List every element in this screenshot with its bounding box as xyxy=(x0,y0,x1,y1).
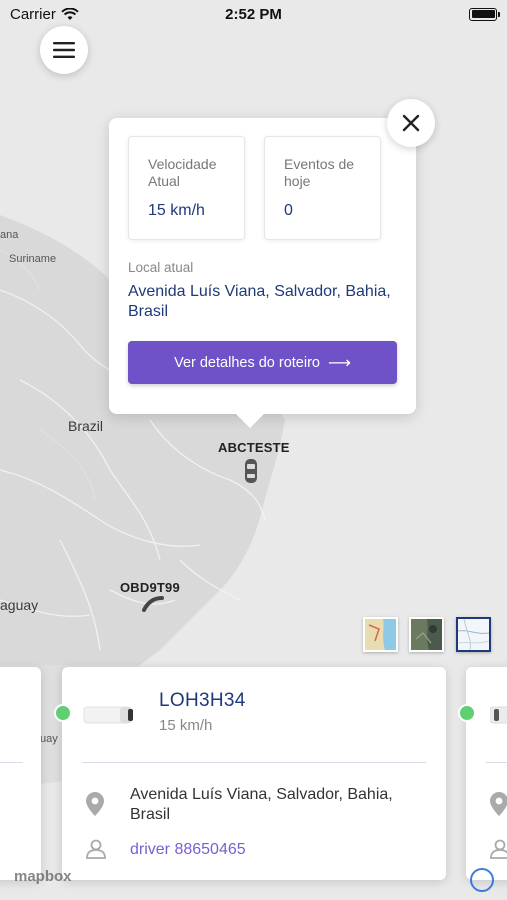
popup-pointer xyxy=(235,413,265,428)
driver-link[interactable]: driver 88650465 xyxy=(130,841,246,859)
map-label-guyana: ana xyxy=(0,229,19,241)
battery-icon xyxy=(469,7,500,21)
vehicle-card-next[interactable] xyxy=(466,667,507,880)
map-streets-thumbnail-icon xyxy=(365,619,396,650)
vehicle-speed: 15 km/h xyxy=(159,717,213,734)
speed-stat-value: 15 km/h xyxy=(148,202,205,219)
hamburger-icon xyxy=(53,42,75,58)
map-type-light-toggle[interactable] xyxy=(456,617,491,652)
speed-stat-box: Velocidade Atual 15 km/h xyxy=(128,136,245,240)
car-side-icon xyxy=(489,706,507,724)
car-icon xyxy=(142,596,164,612)
status-bar: Carrier 2:52 PM xyxy=(0,0,507,28)
vehicle-label-abcteste: ABCTESTE xyxy=(218,440,290,455)
vehicle-address: Avenida Luís Viana, Salvador, Bahia, Bra… xyxy=(130,786,393,823)
close-icon xyxy=(402,114,420,132)
events-stat-box: Eventos de hoje 0 xyxy=(264,136,381,240)
card-divider xyxy=(0,762,23,763)
mapbox-logo[interactable]: mapbox xyxy=(14,868,72,885)
vehicle-label-obd9t99: OBD9T99 xyxy=(120,580,180,595)
vehicle-marker-abcteste[interactable] xyxy=(244,458,258,484)
card-divider xyxy=(82,762,426,763)
online-status-dot xyxy=(458,704,476,722)
vehicle-info-popup: Velocidade Atual 15 km/h Eventos de hoje… xyxy=(109,118,416,428)
map-label-suriname: Suriname xyxy=(9,253,57,265)
events-stat-label: Eventos de hoje xyxy=(284,156,355,189)
route-details-button[interactable]: Ver detalhes do roteiro ⟶ xyxy=(128,341,397,384)
car-icon xyxy=(245,459,257,483)
map-label-brazil: Brazil xyxy=(68,418,104,434)
map-label-paraguay: aguay xyxy=(0,597,39,613)
map-type-streets-toggle[interactable] xyxy=(363,617,398,652)
car-side-icon xyxy=(83,706,133,724)
vehicle-card-previous[interactable] xyxy=(0,667,41,880)
location-pin-icon xyxy=(86,792,104,821)
vehicle-card[interactable]: LOH3H34 15 km/h Avenida Luís Viana, Salv… xyxy=(62,667,446,880)
route-details-label: Ver detalhes do roteiro xyxy=(174,354,320,371)
menu-button[interactable] xyxy=(40,26,88,74)
events-stat-value: 0 xyxy=(284,202,293,219)
online-status-dot xyxy=(54,704,72,722)
driver-person-icon xyxy=(86,839,106,864)
location-label: Local atual xyxy=(128,260,194,275)
map-label-uruguay: uay xyxy=(40,733,58,745)
vehicle-image xyxy=(82,703,136,727)
wifi-icon xyxy=(61,7,79,20)
location-value: Avenida Luís Viana, Salvador, Bahia, Bra… xyxy=(128,283,391,320)
driver-person-icon xyxy=(490,839,507,864)
speed-stat-label: Velocidade Atual xyxy=(148,156,217,189)
carrier-label: Carrier xyxy=(10,5,56,23)
attribution-info-icon[interactable] xyxy=(470,868,494,892)
map-light-thumbnail-icon xyxy=(458,619,489,650)
close-popup-button[interactable] xyxy=(387,99,435,147)
vehicle-image xyxy=(489,703,507,727)
card-divider xyxy=(486,762,507,763)
vehicle-plate: LOH3H34 xyxy=(159,690,246,711)
vehicle-marker-obd9t99[interactable] xyxy=(142,596,166,612)
arrow-right-icon: ⟶ xyxy=(327,354,351,372)
location-pin-icon xyxy=(490,792,507,821)
map-satellite-thumbnail-icon xyxy=(411,619,442,650)
map-type-satellite-toggle[interactable] xyxy=(409,617,444,652)
